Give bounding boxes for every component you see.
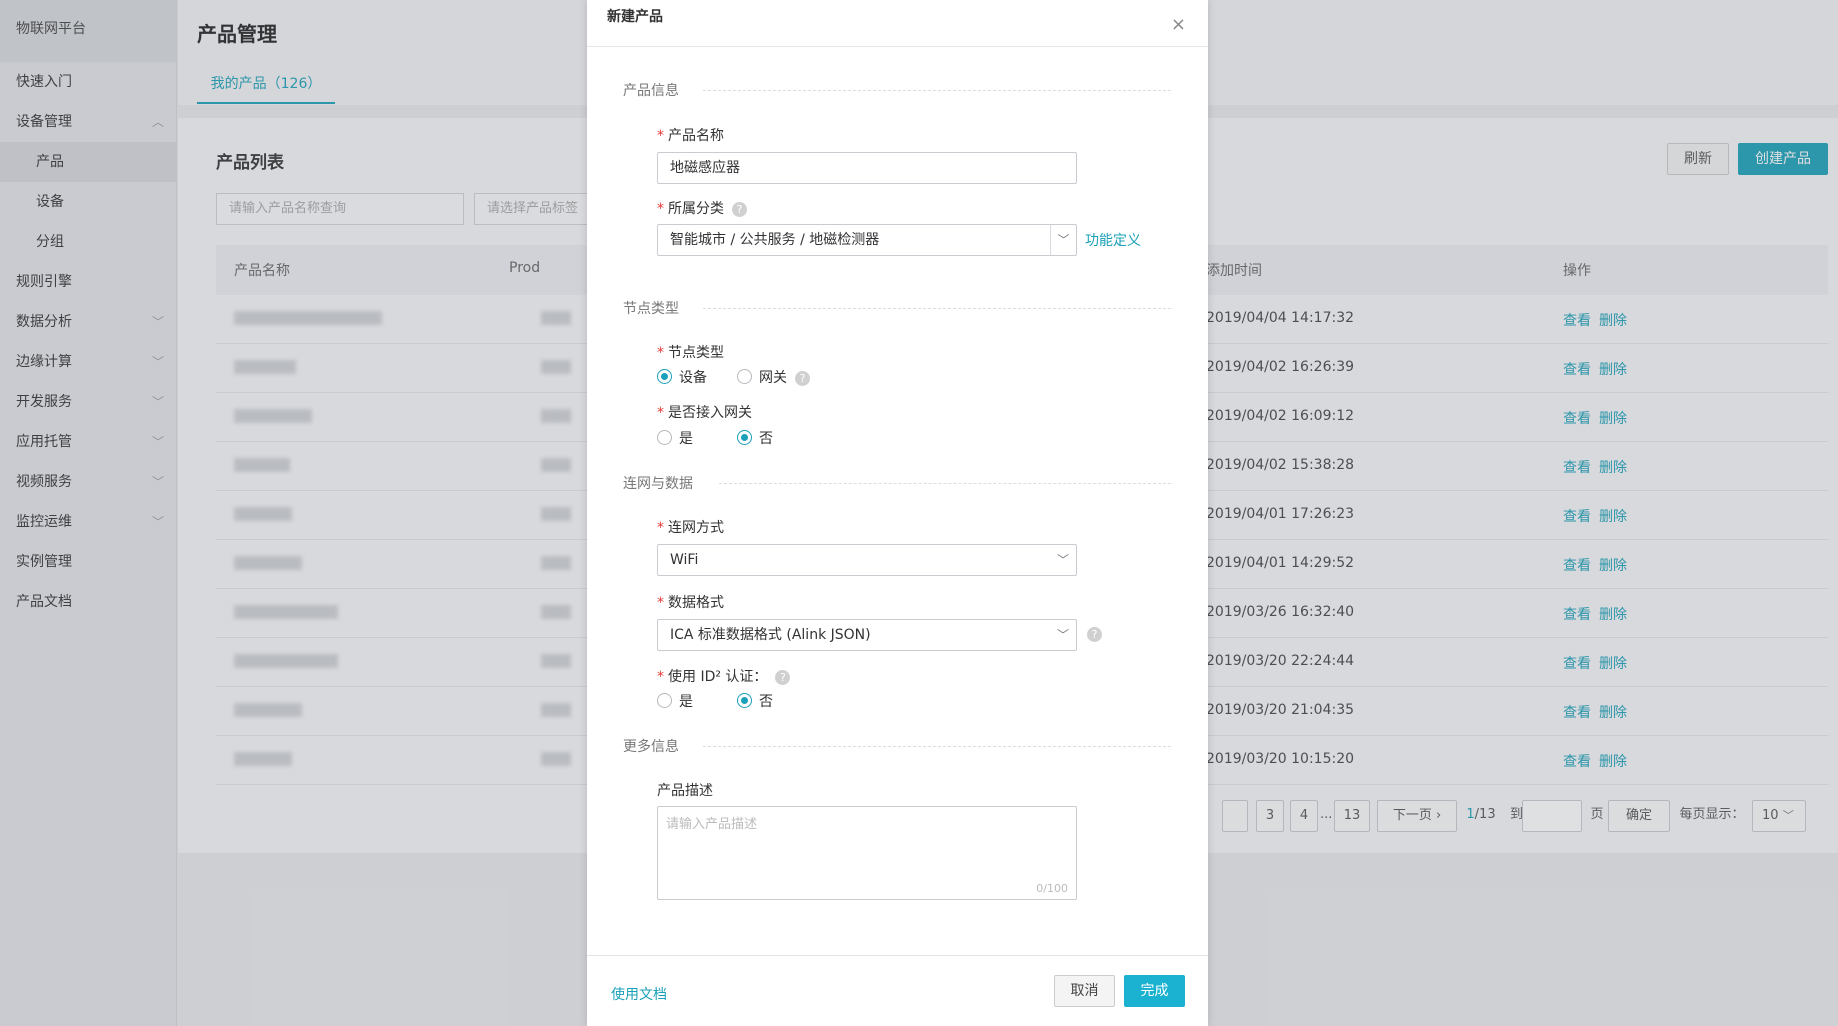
category-select[interactable]: 智能城市 / 公共服务 / 地磁检测器 ﹀ bbox=[657, 224, 1077, 256]
section-divider bbox=[703, 308, 1171, 309]
cancel-button[interactable]: 取消 bbox=[1054, 975, 1115, 1007]
label-text: 使用 ID² 认证： bbox=[668, 669, 768, 685]
section-divider bbox=[703, 746, 1171, 747]
radio-label: 网关 bbox=[759, 370, 787, 386]
section-title: 更多信息 bbox=[623, 739, 679, 755]
dialog-header: 新建产品 × bbox=[587, 0, 1208, 47]
create-product-dialog: 新建产品 × 产品信息 * 产品名称 地磁感应器 * 所属分类? 智能城市 / 公共… bbox=[587, 0, 1208, 1026]
help-icon[interactable]: ? bbox=[795, 370, 810, 386]
dialog-title: 新建产品 bbox=[607, 9, 663, 25]
chevron-down-icon: ﹀ bbox=[1056, 628, 1069, 642]
network-mode-label: * 连网方式 bbox=[657, 517, 724, 537]
product-name-input[interactable]: 地磁感应器 bbox=[657, 152, 1077, 184]
node-type-label: * 节点类型 bbox=[657, 342, 724, 362]
dialog-footer: 使用文档 取消 完成 bbox=[587, 955, 1208, 1026]
required-marker: * bbox=[657, 128, 664, 144]
description-textarea[interactable]: 请输入产品描述 0/100 bbox=[657, 806, 1077, 900]
id2-no-radio[interactable]: 否 bbox=[737, 691, 773, 711]
done-button[interactable]: 完成 bbox=[1124, 975, 1185, 1007]
close-icon[interactable]: × bbox=[1171, 8, 1186, 42]
gateway-access-label: * 是否接入网关 bbox=[657, 402, 752, 422]
radio-unchecked-icon bbox=[737, 368, 752, 384]
required-marker: * bbox=[657, 669, 664, 685]
radio-label: 设备 bbox=[679, 370, 707, 386]
radio-checked-icon bbox=[737, 429, 752, 445]
radio-label: 否 bbox=[759, 431, 773, 447]
label-text: 节点类型 bbox=[668, 345, 724, 361]
required-marker: * bbox=[657, 595, 664, 611]
section-title: 连网与数据 bbox=[623, 476, 693, 492]
network-mode-value: WiFi bbox=[670, 552, 699, 568]
char-counter: 0/100 bbox=[1036, 882, 1068, 895]
description-placeholder: 请输入产品描述 bbox=[666, 817, 758, 832]
required-marker: * bbox=[657, 405, 664, 421]
required-marker: * bbox=[657, 345, 664, 361]
help-icon[interactable]: ? bbox=[732, 201, 747, 217]
data-format-label: * 数据格式 bbox=[657, 592, 724, 612]
section-title: 产品信息 bbox=[623, 83, 679, 99]
network-mode-select[interactable]: WiFi ﹀ bbox=[657, 544, 1077, 576]
label-text: 数据格式 bbox=[668, 595, 724, 611]
label-text: 所属分类 bbox=[668, 201, 724, 217]
radio-unchecked-icon bbox=[657, 429, 672, 445]
label-text: 是否接入网关 bbox=[668, 405, 752, 421]
help-icon[interactable]: ? bbox=[775, 669, 791, 685]
data-format-value: ICA 标准数据格式 (Alink JSON) bbox=[670, 627, 871, 643]
radio-checked-icon bbox=[657, 368, 672, 384]
radio-unchecked-icon bbox=[657, 692, 672, 708]
section-title: 节点类型 bbox=[623, 301, 679, 317]
id2-yes-radio[interactable]: 是 bbox=[657, 691, 693, 711]
data-format-select[interactable]: ICA 标准数据格式 (Alink JSON) ﹀ bbox=[657, 619, 1077, 651]
docs-link[interactable]: 使用文档 bbox=[611, 984, 667, 1004]
chevron-down-icon: ﹀ bbox=[1050, 225, 1076, 255]
radio-label: 是 bbox=[679, 431, 693, 447]
section-node-type: 节点类型 bbox=[623, 298, 1171, 318]
radio-label: 否 bbox=[759, 694, 773, 710]
section-more-info: 更多信息 bbox=[623, 736, 1171, 756]
chevron-down-icon: ﹀ bbox=[1056, 553, 1069, 567]
function-definition-link[interactable]: 功能定义 bbox=[1085, 230, 1141, 250]
radio-label: 是 bbox=[679, 694, 693, 710]
gateway-access-no-radio[interactable]: 否 bbox=[737, 428, 773, 448]
section-divider bbox=[719, 483, 1171, 484]
required-marker: * bbox=[657, 520, 664, 536]
label-text: 产品名称 bbox=[668, 128, 724, 144]
section-product-info: 产品信息 bbox=[623, 80, 1171, 100]
required-marker: * bbox=[657, 201, 664, 217]
help-icon[interactable]: ? bbox=[1087, 627, 1102, 642]
section-divider bbox=[703, 90, 1171, 91]
id2-auth-label: * 使用 ID² 认证：? bbox=[657, 666, 791, 686]
node-type-gateway-radio[interactable]: 网关? bbox=[737, 367, 810, 387]
label-text: 连网方式 bbox=[668, 520, 724, 536]
node-type-device-radio[interactable]: 设备 bbox=[657, 367, 707, 387]
section-network-data: 连网与数据 bbox=[623, 473, 1171, 493]
product-name-label: * 产品名称 bbox=[657, 125, 724, 145]
description-label: 产品描述 bbox=[657, 783, 713, 799]
radio-checked-icon bbox=[737, 692, 752, 708]
category-label: * 所属分类? bbox=[657, 198, 747, 218]
gateway-access-yes-radio[interactable]: 是 bbox=[657, 428, 693, 448]
category-value: 智能城市 / 公共服务 / 地磁检测器 bbox=[670, 232, 880, 248]
